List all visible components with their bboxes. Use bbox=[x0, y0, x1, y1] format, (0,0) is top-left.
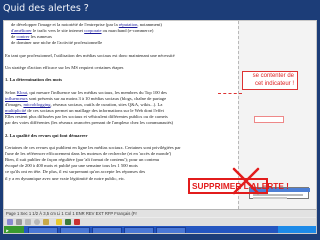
word-screenshot: de développer l'image et la notoriété de… bbox=[3, 20, 317, 234]
comment-balloon[interactable]: se contenter de cet indicateur ! bbox=[242, 71, 298, 90]
taskbar-item[interactable] bbox=[124, 227, 154, 233]
hyperlink[interactable]: microblogging bbox=[23, 102, 50, 107]
slide-title: Quid des alertes ? bbox=[3, 3, 89, 14]
hyperlink[interactable]: d'améliorer bbox=[11, 28, 32, 33]
hyperlink[interactable]: réputation bbox=[119, 22, 138, 27]
popup-content-secondary bbox=[253, 197, 287, 199]
fill-color-icon[interactable] bbox=[56, 219, 62, 225]
taskbar-item[interactable] bbox=[28, 227, 58, 233]
taskbar-item[interactable] bbox=[92, 227, 122, 233]
taskbar-item[interactable] bbox=[60, 227, 90, 233]
font-color-icon[interactable] bbox=[74, 219, 80, 225]
close-alert-icon bbox=[232, 167, 260, 195]
start-button[interactable]: ▸ bbox=[4, 226, 24, 233]
taskbar: ▸ bbox=[4, 226, 316, 233]
hyperlink[interactable]: multiplicité bbox=[5, 108, 26, 113]
document-text: de développer l'image et la notoriété de… bbox=[4, 21, 238, 182]
comment-leader-line bbox=[218, 93, 242, 94]
drawing-toolbar bbox=[4, 217, 316, 226]
hyperlink[interactable]: contrer bbox=[16, 34, 29, 39]
hyperlink[interactable]: influenceurs bbox=[5, 96, 28, 101]
system-tray bbox=[278, 226, 316, 233]
comment-text: se contenter de cet indicateur ! bbox=[252, 73, 294, 87]
comment-balloon-secondary[interactable] bbox=[254, 116, 284, 123]
status-text: Page 1 Sec 1 1/2 À 3,5 cm Li 1 Col 1 ENR… bbox=[6, 211, 137, 216]
hyperlink[interactable]: corporate bbox=[84, 28, 101, 33]
hyperlink[interactable]: Klout bbox=[17, 90, 27, 95]
taskbar-item[interactable] bbox=[156, 227, 186, 233]
draw-icon[interactable] bbox=[7, 219, 13, 225]
rectangle-icon[interactable] bbox=[25, 219, 31, 225]
ellipse-icon[interactable] bbox=[34, 219, 40, 225]
arrow-icon[interactable] bbox=[16, 219, 22, 225]
line-color-icon[interactable] bbox=[65, 219, 71, 225]
status-bar: Page 1 Sec 1 1/2 À 3,5 cm Li 1 Col 1 ENR… bbox=[4, 209, 316, 217]
textbox-icon[interactable] bbox=[43, 219, 49, 225]
